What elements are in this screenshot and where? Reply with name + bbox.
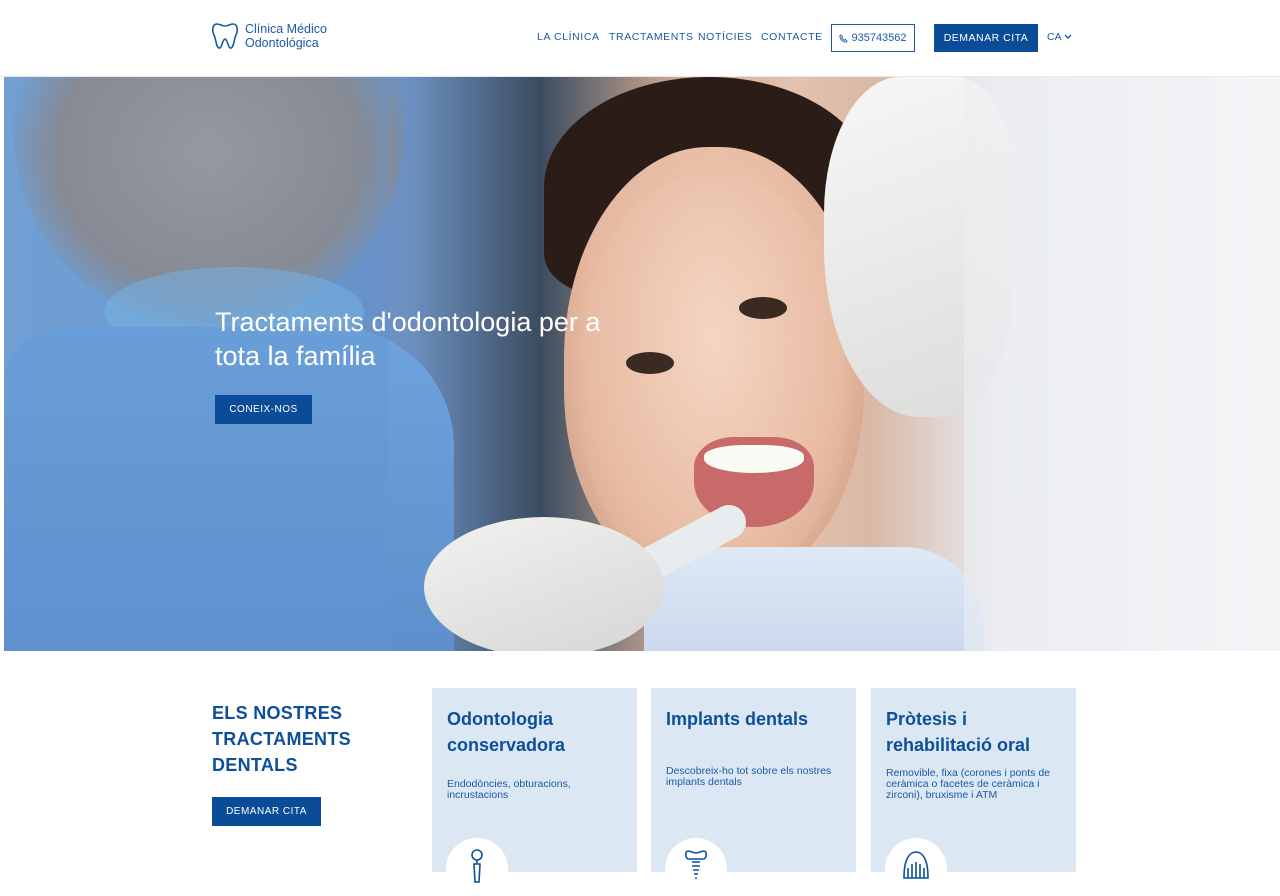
- card-text: Removible, fixa (corones i ponts de cerà…: [886, 767, 1050, 801]
- chevron-down-icon: [1064, 34, 1072, 39]
- phone-icon: [839, 33, 849, 43]
- card-title: Odontologia conservadora: [447, 709, 566, 755]
- tooth-logo-icon: [211, 23, 239, 49]
- site-header: Clínica Médico Odontológica LA CLÍNICA T…: [0, 0, 1280, 77]
- logo-line-2: Odontológica: [245, 36, 319, 50]
- phone-button[interactable]: 935743562: [831, 24, 915, 52]
- card-title: Implants dentals: [666, 709, 809, 729]
- nav-contacte[interactable]: CONTACTE: [761, 31, 823, 43]
- logo[interactable]: Clínica Médico Odontológica: [211, 21, 327, 51]
- treatments-heading: ELS NOSTRES TRACTAMENTS DENTALS: [212, 703, 351, 775]
- logo-line-1: Clínica Médico: [245, 22, 327, 36]
- dental-mirror-icon: [471, 849, 483, 883]
- logo-text: Clínica Médico Odontológica: [245, 22, 327, 50]
- treatments-appointment-button[interactable]: DEMANAR CITA: [212, 797, 321, 826]
- nav-la-clinica[interactable]: LA CLÍNICA: [537, 31, 600, 43]
- nav-noticies[interactable]: NOTÍCIES: [698, 31, 752, 43]
- phone-number: 935743562: [851, 32, 907, 44]
- card-icon-circle: [885, 838, 947, 896]
- card-text: Endodòncies, obturacions, incrustacions: [447, 778, 571, 801]
- card-icon-circle: [665, 838, 727, 896]
- nav-tractaments[interactable]: TRACTAMENTS: [609, 31, 694, 43]
- hero-title: Tractaments d'odontologia per a tota la …: [215, 307, 601, 371]
- card-text: Descobreix-ho tot sobre els nostres impl…: [666, 765, 832, 788]
- language-selector[interactable]: CA: [1047, 31, 1072, 43]
- treatment-card-protesis[interactable]: Pròtesis i rehabilitació oral Removible,…: [871, 688, 1076, 896]
- dental-implant-icon: [684, 850, 708, 879]
- language-label: CA: [1047, 31, 1062, 43]
- hero-banner: Tractaments d'odontologia per a tota la …: [4, 77, 1280, 651]
- card-icon-circle: [446, 838, 508, 896]
- request-appointment-button[interactable]: DEMANAR CITA: [934, 24, 1038, 52]
- treatment-card-conservadora[interactable]: Odontologia conservadora Endodòncies, ob…: [432, 688, 637, 896]
- card-title: Pròtesis i rehabilitació oral: [886, 709, 1031, 755]
- treatment-card-implants[interactable]: Implants dentals Descobreix-ho tot sobre…: [651, 688, 856, 896]
- denture-icon: [903, 851, 929, 879]
- hero-cta-button[interactable]: CONEIX-NOS: [215, 395, 312, 424]
